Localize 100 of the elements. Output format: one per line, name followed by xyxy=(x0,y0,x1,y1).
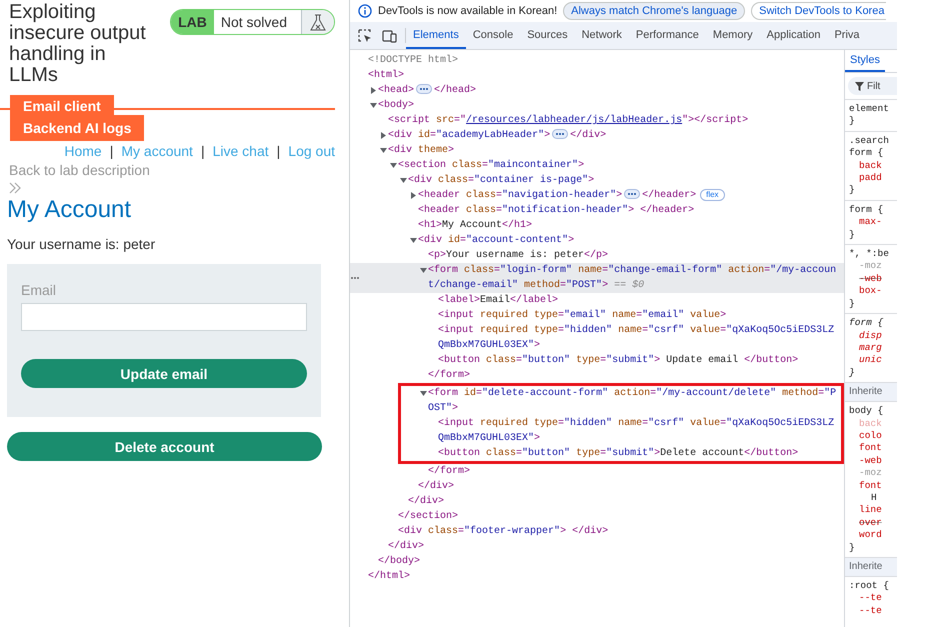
closing-brace: } xyxy=(849,115,856,128)
css-property: colo xyxy=(858,430,883,442)
css-selector: element xyxy=(849,103,890,116)
dom-line[interactable]: <!DOCTYPE html> xyxy=(350,53,844,68)
dom-line[interactable]: <div id="account-content"> xyxy=(350,233,844,248)
expander-icon[interactable] xyxy=(390,162,397,169)
separator: | xyxy=(110,143,114,160)
dom-line[interactable]: <div id="academyLabHeader"> </div> xyxy=(350,128,844,143)
dom-line[interactable]: <div class="container is-page"> xyxy=(350,173,844,188)
closing-brace: } xyxy=(849,298,856,310)
devtools-tab[interactable]: Application xyxy=(760,22,828,49)
devtools-tab[interactable]: Performance xyxy=(628,22,706,49)
css-selector: *, *:be xyxy=(849,248,890,260)
expander-icon[interactable] xyxy=(370,87,377,94)
css-selector: form { xyxy=(849,317,884,330)
ellipsis-icon[interactable] xyxy=(552,129,568,140)
inherited-header: Inherite xyxy=(845,557,897,576)
css-selector: form { xyxy=(849,147,884,160)
devtools-tab[interactable]: Memory xyxy=(706,22,760,49)
css-property: font xyxy=(858,442,883,455)
dom-line[interactable]: <body> xyxy=(350,98,844,113)
page-title: Exploiting insecure output handling in LLMs xyxy=(9,2,147,86)
dom-line[interactable]: </form> xyxy=(350,368,844,383)
flask-icon[interactable] xyxy=(309,14,327,30)
css-property: back xyxy=(858,160,883,172)
devtools-tab[interactable]: Network xyxy=(574,22,629,49)
dom-line[interactable]: <section class="maincontainer"> xyxy=(350,158,844,173)
dom-line[interactable]: <button class="button" type="submit"> Update email </button> xyxy=(350,353,844,368)
expander-icon[interactable] xyxy=(420,390,427,397)
dom-line[interactable]: <header class="navigation-header"> </header> flex xyxy=(350,188,844,203)
css-property: back xyxy=(858,418,883,430)
devtools-tab[interactable]: Priva xyxy=(827,22,867,49)
device-icon[interactable] xyxy=(382,28,397,42)
css-property: box- xyxy=(858,285,883,298)
dom-line[interactable]: <input required type="hidden" name="csrf" value="qXaKoq5Oc5iEDS3LZQmBbxM7GUHL03EX"> xyxy=(350,323,844,353)
css-property: -web xyxy=(858,272,883,286)
dom-line[interactable]: <div theme> xyxy=(350,143,844,158)
ellipsis-icon[interactable] xyxy=(624,189,640,200)
expander-icon[interactable] xyxy=(410,192,417,199)
dom-line[interactable]: <head> </head> xyxy=(350,83,844,98)
closing-brace: } xyxy=(849,366,856,380)
dom-line[interactable]: </body> xyxy=(350,554,844,569)
dom-line[interactable]: </div> xyxy=(350,479,844,494)
dom-line[interactable]: <h1>My Account</h1> xyxy=(350,218,844,233)
dom-line[interactable]: </div> xyxy=(350,539,844,554)
expander-icon[interactable] xyxy=(420,267,427,274)
info-message: DevTools is now available in Korean! xyxy=(378,5,558,17)
dom-line[interactable]: <html> xyxy=(350,68,844,83)
file-link[interactable]: /resources/labheader/js/labHeader.js xyxy=(466,115,682,126)
email-field[interactable] xyxy=(21,303,307,331)
dom-line[interactable]: </html> xyxy=(350,569,844,584)
dom-line[interactable]: <div class="footer-wrapper"> </div> xyxy=(350,524,844,539)
css-property: disp xyxy=(858,330,883,342)
filter-field[interactable]: Filt xyxy=(848,77,897,95)
dom-line[interactable]: <p>Your username is: peter</p> xyxy=(350,248,844,263)
dom-line[interactable]: <input required type="hidden" name="csrf" value="qXaKoq5Oc5iEDS3LZQmBbxM7GUHL03EX"> xyxy=(401,416,841,446)
css-property: padd xyxy=(858,172,883,184)
closing-brace: } xyxy=(849,184,856,197)
expander-icon[interactable] xyxy=(400,177,407,184)
css-property: word xyxy=(858,529,883,542)
language-button[interactable]: Switch DevTools to Korea xyxy=(751,2,886,20)
inspect-icon[interactable] xyxy=(358,28,372,42)
expander-icon[interactable] xyxy=(410,237,417,244)
css-property: marg xyxy=(858,342,883,354)
css-selector: :root { xyxy=(849,580,890,592)
username-text: Your username is: peter xyxy=(7,236,156,252)
language-button[interactable]: Always match Chrome's language xyxy=(563,2,746,20)
dom-line[interactable]: <header class="notification-header"> </header> xyxy=(350,203,844,218)
css-property: max- xyxy=(858,216,883,229)
expander-icon[interactable] xyxy=(380,147,387,154)
closing-brace: } xyxy=(849,542,856,554)
dom-line[interactable]: </section> xyxy=(350,509,844,524)
css-property: --te xyxy=(858,592,883,605)
lab-label: LAB xyxy=(171,10,214,34)
css-value: H xyxy=(870,492,878,504)
styles-tab[interactable]: Styles xyxy=(845,50,885,72)
expander-icon[interactable] xyxy=(380,132,387,139)
dom-line[interactable]: <label>Email</label> xyxy=(350,293,844,308)
devtools-tab[interactable]: Console xyxy=(466,22,520,49)
filter-icon xyxy=(855,82,864,90)
delete-account-button[interactable]: Delete account xyxy=(7,432,322,461)
devtools-tab[interactable]: Sources xyxy=(520,22,575,49)
dom-line[interactable]: <button class="button" type="submit">Delete account</button> xyxy=(401,446,841,461)
dom-line[interactable]: </div> xyxy=(350,494,844,509)
update-email-button[interactable]: Update email xyxy=(21,359,307,388)
css-property: --te xyxy=(858,604,883,618)
dom-line[interactable]: <input required type="email" name="email" value> xyxy=(350,308,844,323)
expander-icon[interactable] xyxy=(370,102,377,109)
dom-line[interactable]: <form id="delete-account-form" action="/my-account/delete" method="POST"> xyxy=(401,386,841,416)
dom-line[interactable]: </form> xyxy=(350,464,844,479)
dom-line[interactable]: <script src="/resources/labheader/js/labHeader.js"></script> xyxy=(350,113,844,128)
more-icon[interactable] xyxy=(350,276,360,280)
info-icon xyxy=(358,4,372,18)
separator: | xyxy=(200,143,205,160)
css-property: unic xyxy=(858,354,883,367)
css-property: font xyxy=(858,480,883,492)
flex-badge[interactable]: flex xyxy=(700,189,725,201)
ellipsis-icon[interactable] xyxy=(416,84,432,94)
devtools-tab[interactable]: Elements xyxy=(406,22,466,49)
closing-brace: } xyxy=(849,228,856,242)
